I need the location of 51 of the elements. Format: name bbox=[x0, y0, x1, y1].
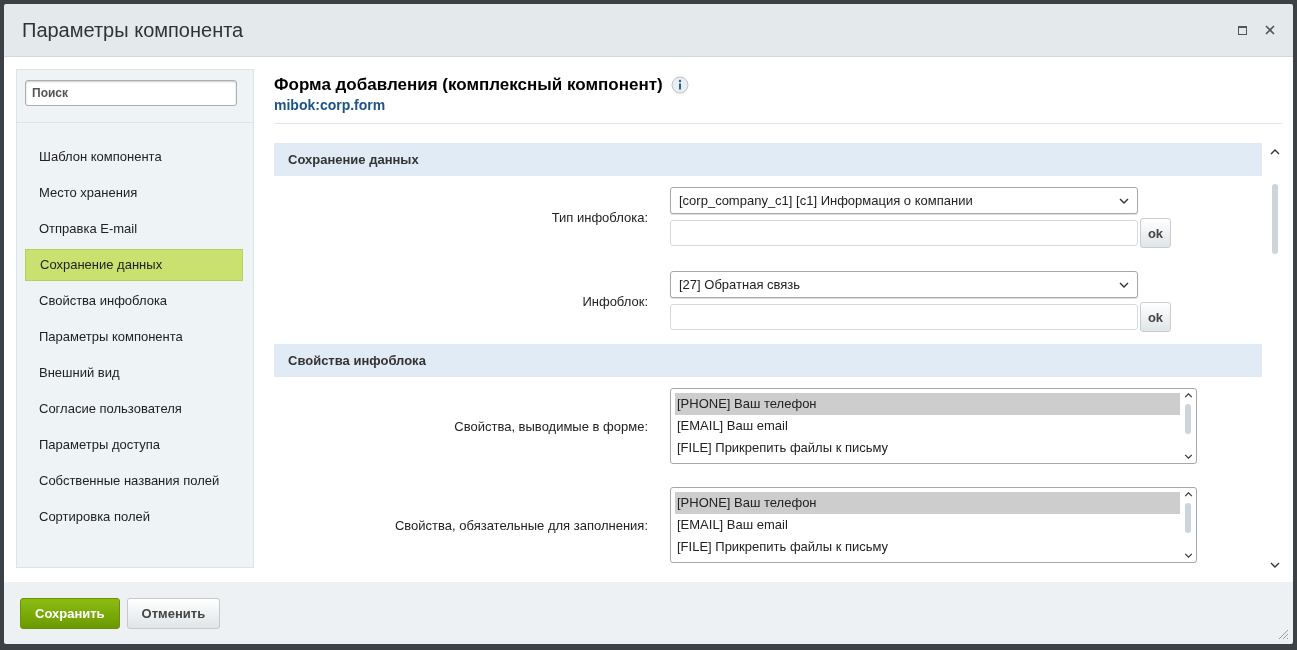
component-title: Форма добавления (комплексный компонент) bbox=[274, 75, 663, 95]
sidebar-item[interactable]: Согласие пользователя bbox=[25, 393, 243, 425]
field-label: Свойства, обязательные для заполнения: bbox=[393, 517, 649, 533]
field-label: Свойства, выводимые в форме: bbox=[453, 418, 649, 434]
resize-grip-icon[interactable] bbox=[1278, 629, 1289, 640]
scroll-up-icon bbox=[1183, 492, 1193, 497]
field-label: Инфоблок: bbox=[581, 294, 649, 309]
sidebar-item[interactable]: Свойства инфоблока bbox=[25, 285, 243, 317]
ok-button[interactable]: ok bbox=[1140, 302, 1171, 332]
list-option[interactable]: [PHONE] Ваш телефон bbox=[675, 492, 1180, 514]
dropdown[interactable]: [corp_company_c1] [c1] Информация о компании bbox=[670, 187, 1138, 214]
info-icon[interactable] bbox=[670, 76, 689, 94]
list-option[interactable]: [EMAIL] Ваш email bbox=[675, 514, 1180, 536]
component-id: mibok:corp.form bbox=[274, 97, 386, 113]
window-title: Параметры компонента bbox=[22, 18, 245, 42]
scrollbar-thumb[interactable] bbox=[1185, 503, 1191, 533]
maximize-icon[interactable] bbox=[1238, 25, 1247, 35]
sidebar-item[interactable]: Место хранения bbox=[25, 177, 243, 209]
section-header: Свойства инфоблока bbox=[274, 344, 1262, 377]
input-field[interactable] bbox=[670, 304, 1138, 330]
scroll-down-icon bbox=[1270, 562, 1280, 568]
sidebar-item[interactable]: Параметры доступа bbox=[25, 429, 243, 461]
cancel-button[interactable]: Отменить bbox=[126, 597, 221, 629]
sidebar-item[interactable]: Собственные названия полей bbox=[25, 465, 243, 497]
section-header: Сохранение данных bbox=[274, 143, 1262, 176]
chevron-down-icon bbox=[1119, 281, 1129, 288]
list-option[interactable]: [FILE] Прикрепить файлы к письму bbox=[675, 536, 1180, 558]
scroll-down-icon bbox=[1183, 553, 1193, 558]
search-field[interactable]: Поиск bbox=[25, 80, 237, 106]
list-option[interactable]: [EMAIL] Ваш email bbox=[675, 415, 1180, 437]
scroll-up-icon bbox=[1183, 393, 1193, 398]
input-field[interactable] bbox=[670, 220, 1138, 246]
chevron-down-icon bbox=[1119, 197, 1129, 204]
ok-button[interactable]: ok bbox=[1140, 218, 1171, 248]
close-icon[interactable] bbox=[1265, 25, 1275, 35]
dropdown[interactable]: [27] Обратная связь bbox=[670, 271, 1138, 298]
sidebar-item[interactable]: Отправка E-mail bbox=[25, 213, 243, 245]
listbox[interactable]: [PHONE] Ваш телефон [EMAIL] Ваш email [FILE] Прикрепить файлы к письму bbox=[670, 487, 1197, 563]
sidebar-item[interactable]: Внешний вид bbox=[25, 357, 243, 389]
sidebar-item[interactable]: Параметры компонента bbox=[25, 321, 243, 353]
sidebar-item[interactable]: Сортировка полей bbox=[25, 501, 243, 533]
list-option[interactable]: [FILE] Прикрепить файлы к письму bbox=[675, 437, 1180, 459]
listbox[interactable]: [PHONE] Ваш телефон [EMAIL] Ваш email [FILE] Прикрепить файлы к письму bbox=[670, 388, 1197, 464]
scrollbar-thumb[interactable] bbox=[1185, 404, 1191, 434]
sidebar-item[interactable]: Сохранение данных bbox=[25, 249, 243, 281]
list-option[interactable]: [PHONE] Ваш телефон bbox=[675, 393, 1180, 415]
scroll-down-icon bbox=[1183, 454, 1193, 459]
field-label: Тип инфоблока: bbox=[550, 210, 649, 225]
scroll-up-icon bbox=[1270, 149, 1280, 155]
scrollbar-thumb[interactable] bbox=[1272, 183, 1278, 254]
sidebar-item[interactable]: Шаблон компонента bbox=[25, 141, 243, 173]
